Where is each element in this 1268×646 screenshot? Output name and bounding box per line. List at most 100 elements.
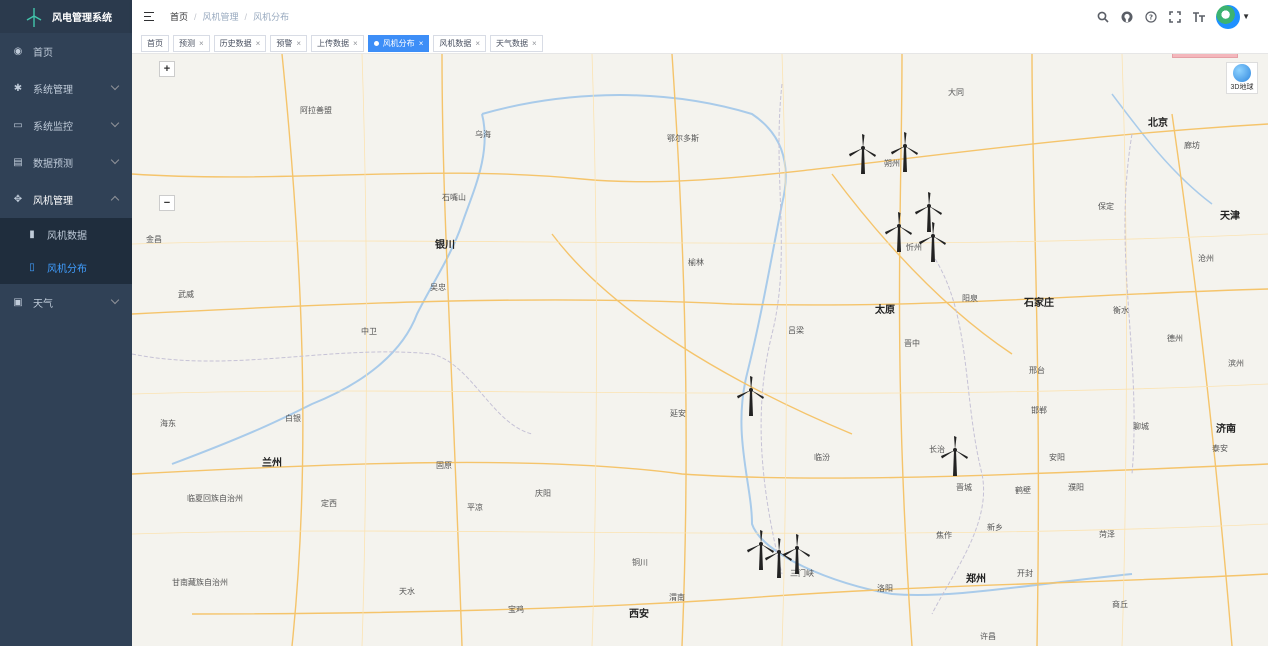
sidebar-item-data-forecast[interactable]: ▤ 数据预测 — [0, 144, 132, 181]
tag-upload-data[interactable]: 上传数据 × — [311, 34, 364, 52]
city-label: 渭南 — [669, 593, 685, 602]
wind-turbine-marker-icon[interactable] — [782, 534, 812, 574]
user-menu[interactable]: ▼ — [1216, 4, 1250, 29]
3d-earth-button[interactable]: 3D地球 — [1226, 62, 1258, 94]
cloud-icon: ▣ — [13, 297, 23, 308]
tag-home[interactable]: 首页 — [141, 34, 169, 52]
breadcrumb-item-turbine-distribution: 风机分布 — [253, 12, 290, 22]
close-icon[interactable]: × — [532, 39, 537, 48]
city-label: 开封 — [1017, 569, 1033, 578]
breadcrumb-item-home[interactable]: 首页 — [170, 10, 188, 23]
city-label: 中卫 — [361, 327, 377, 336]
city-label: 许昌 — [980, 632, 996, 641]
sidebar: 风电管理系统 ◉ 首页 ✱ 系统管理 ▭ 系统监控 ▤ 数据预测 ✥ 风机管理 … — [0, 0, 132, 646]
city-label-shijiazhuang: 石家庄 — [1024, 298, 1054, 309]
hamburger-icon[interactable] — [144, 11, 156, 22]
chevron-down-icon — [110, 155, 120, 165]
wind-turbine-marker-icon[interactable] — [736, 376, 766, 416]
dashboard-icon: ◉ — [13, 46, 23, 57]
close-icon[interactable]: × — [256, 39, 261, 48]
tag-label: 历史数据 — [219, 38, 252, 48]
sidebar-item-system-management[interactable]: ✱ 系统管理 — [0, 70, 132, 107]
close-icon[interactable]: × — [296, 39, 301, 48]
document-icon: ▤ — [13, 157, 23, 168]
close-icon[interactable]: × — [419, 39, 424, 48]
close-icon[interactable]: × — [353, 39, 358, 48]
city-label: 定西 — [321, 499, 337, 508]
app-logo[interactable]: 风电管理系统 — [0, 0, 132, 33]
city-label: 庆阳 — [535, 489, 551, 498]
city-label: 晋城 — [956, 483, 972, 492]
app-title: 风电管理系统 — [52, 13, 112, 24]
tag-label: 首页 — [147, 38, 163, 48]
city-label: 延安 — [670, 409, 686, 418]
city-label-beijing: 北京 — [1148, 118, 1168, 129]
city-label-tianjin: 天津 — [1220, 211, 1240, 222]
map-canvas[interactable]: + − 返回 3D地球 北京 天津 银川 太原 石家庄 济南 兰州 郑州 西安 … — [132, 54, 1268, 646]
city-label-zhengzhou: 郑州 — [966, 574, 986, 585]
city-label-taiyuan: 太原 — [875, 305, 895, 316]
city-label: 濮阳 — [1068, 483, 1084, 492]
city-label: 吕梁 — [788, 326, 804, 335]
city-label: 安阳 — [1049, 453, 1065, 462]
city-label: 新乡 — [987, 523, 1003, 532]
city-label: 固原 — [436, 461, 452, 470]
city-label: 焦作 — [936, 531, 952, 540]
tag-label: 风机数据 — [439, 38, 472, 48]
move-icon: ✥ — [13, 194, 23, 205]
city-label: 白银 — [285, 414, 301, 423]
city-label: 邯郸 — [1031, 406, 1047, 415]
3d-earth-label: 3D地球 — [1230, 84, 1254, 91]
city-label: 聊城 — [1133, 422, 1149, 431]
breadcrumb-item-turbine-management[interactable]: 风机管理 — [203, 10, 239, 23]
city-label: 菏泽 — [1099, 530, 1115, 539]
sidebar-item-label: 天气 — [33, 299, 53, 310]
navbar: 首页 / 风机管理 / 风机分布 ? ▼ — [132, 0, 1268, 33]
help-icon[interactable]: ? — [1144, 10, 1158, 24]
tag-warning[interactable]: 预警 × — [270, 34, 308, 52]
city-label: 宝鸡 — [508, 605, 524, 614]
sidebar-item-system-monitor[interactable]: ▭ 系统监控 — [0, 107, 132, 144]
tag-label: 预测 — [179, 38, 195, 48]
city-label: 乌海 — [475, 130, 491, 139]
close-icon[interactable]: × — [475, 39, 480, 48]
zoom-out-button[interactable]: − — [159, 195, 175, 211]
city-label: 保定 — [1098, 202, 1114, 211]
gear-icon: ✱ — [13, 83, 23, 94]
tag-turbine-data[interactable]: 风机数据 × — [433, 34, 487, 52]
city-label: 衡水 — [1113, 306, 1129, 315]
github-icon[interactable] — [1120, 10, 1134, 24]
close-icon[interactable]: × — [199, 39, 204, 48]
city-label: 滨州 — [1228, 359, 1244, 368]
svg-text:?: ? — [1149, 13, 1153, 21]
sidebar-item-turbine-distribution[interactable]: ▯ 风机分布 — [0, 251, 132, 284]
wind-turbine-marker-icon[interactable] — [890, 132, 920, 172]
sidebar-item-label: 风机数据 — [47, 231, 87, 242]
fullscreen-icon[interactable] — [1168, 10, 1182, 24]
sidebar-item-label: 首页 — [33, 48, 53, 59]
wind-turbine-marker-icon[interactable] — [884, 212, 914, 252]
zoom-in-button[interactable]: + — [159, 61, 175, 77]
sidebar-item-turbine-management[interactable]: ✥ 风机管理 — [0, 181, 132, 218]
monitor-icon: ▭ — [13, 120, 23, 131]
wind-turbine-marker-icon[interactable] — [940, 436, 970, 476]
sidebar-item-turbine-data[interactable]: ▮ 风机数据 — [0, 218, 132, 251]
city-label: 吴忠 — [430, 283, 446, 292]
tag-forecast[interactable]: 预测 × — [173, 34, 210, 52]
search-icon[interactable] — [1096, 10, 1110, 24]
wind-turbine-marker-icon[interactable] — [848, 134, 878, 174]
city-label: 沧州 — [1198, 254, 1214, 263]
wind-turbine-marker-icon[interactable] — [918, 222, 948, 262]
tag-history-data[interactable]: 历史数据 × — [213, 34, 267, 52]
tag-weather-data[interactable]: 天气数据 × — [490, 34, 543, 52]
avatar[interactable] — [1216, 4, 1241, 29]
city-label: 鹤壁 — [1015, 486, 1031, 495]
city-label: 邢台 — [1029, 366, 1045, 375]
sidebar-item-weather[interactable]: ▣ 天气 — [0, 284, 132, 321]
tag-turbine-distribution[interactable]: 风机分布 × — [367, 34, 430, 52]
sidebar-item-label: 数据预测 — [33, 159, 73, 170]
sidebar-item-home[interactable]: ◉ 首页 — [0, 33, 132, 70]
back-button[interactable]: 返回 — [1172, 54, 1238, 58]
city-label: 泰安 — [1212, 444, 1228, 453]
font-size-icon[interactable] — [1192, 10, 1206, 24]
